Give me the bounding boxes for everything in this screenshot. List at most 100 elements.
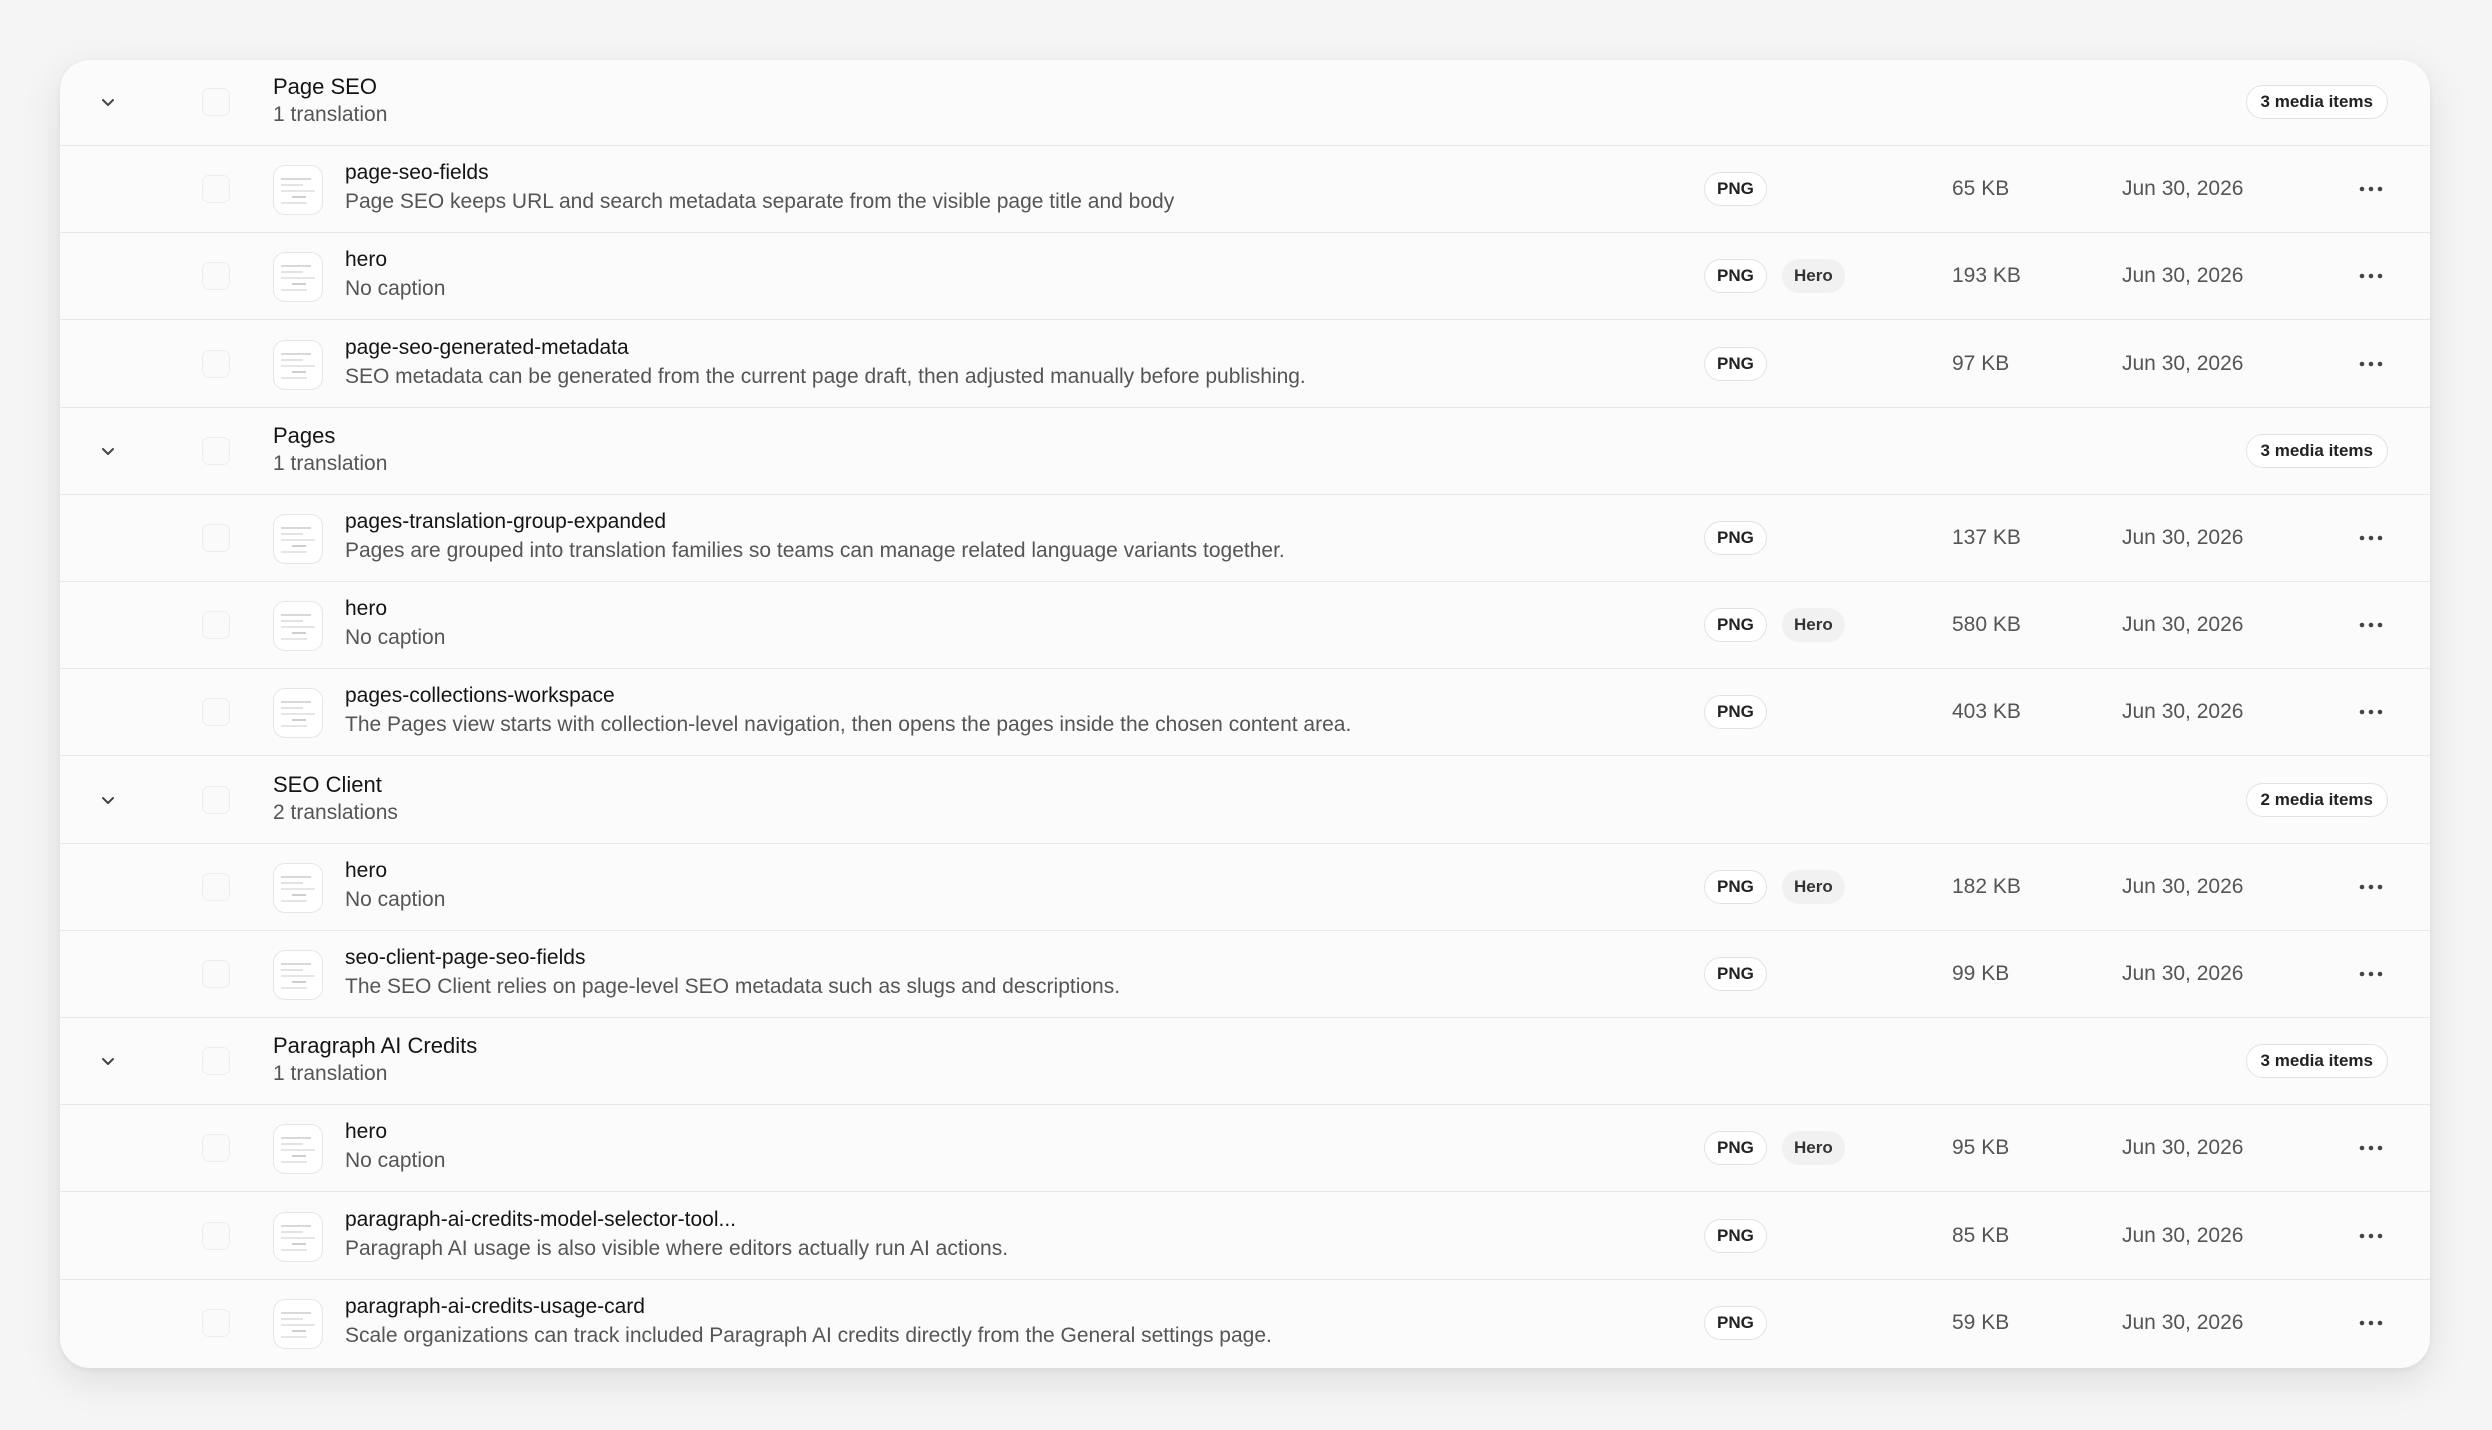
chevron-down-icon[interactable] (96, 439, 120, 463)
image-thumbnail-icon[interactable] (273, 862, 323, 913)
media-item-caption: Scale organizations can track included P… (345, 1323, 1272, 1347)
translation-group-row[interactable]: Pages 1 translation 3 media items (60, 409, 2430, 495)
item-select-checkbox[interactable] (202, 872, 230, 901)
file-size: 97 KB (1952, 351, 2010, 375)
item-select-checkbox[interactable] (202, 1134, 230, 1163)
more-horizontal-icon[interactable] (2357, 526, 2385, 550)
item-select-checkbox[interactable] (202, 698, 230, 727)
media-item-caption: Paragraph AI usage is also visible where… (345, 1236, 1009, 1260)
media-item-row[interactable]: hero No caption PNG Hero 193 KB Jun 30, … (60, 234, 2430, 321)
media-item-caption: SEO metadata can be generated from the c… (345, 364, 1306, 388)
more-horizontal-icon[interactable] (2357, 1311, 2385, 1335)
format-badge: PNG (1704, 172, 1767, 207)
group-select-checkbox[interactable] (202, 88, 230, 116)
media-item-name[interactable]: paragraph-ai-credits-usage-card (345, 1295, 645, 1319)
more-horizontal-icon[interactable] (2357, 1224, 2385, 1248)
media-item-caption: Pages are grouped into translation famil… (345, 539, 1285, 562)
more-horizontal-icon[interactable] (2357, 264, 2385, 288)
media-item-name[interactable]: hero (345, 859, 387, 883)
format-badge: PNG (1704, 346, 1767, 381)
more-horizontal-icon[interactable] (2357, 875, 2385, 899)
chevron-down-icon[interactable] (96, 788, 120, 812)
media-item-row[interactable]: hero No caption PNG Hero 95 KB Jun 30, 2… (60, 1106, 2430, 1193)
media-item-name[interactable]: hero (345, 1120, 387, 1144)
item-select-checkbox[interactable] (202, 960, 230, 988)
group-select-checkbox[interactable] (202, 436, 230, 465)
hero-badge: Hero (1782, 869, 1845, 904)
hero-badge: Hero (1782, 608, 1845, 643)
media-library-panel: Page SEO 1 translation 3 media items pag… (60, 60, 2430, 1368)
item-select-checkbox[interactable] (202, 1221, 230, 1250)
file-size: 65 KB (1952, 177, 2010, 201)
image-thumbnail-icon[interactable] (273, 339, 323, 390)
group-select-checkbox[interactable] (202, 1047, 230, 1076)
media-item-name[interactable]: pages-translation-group-expanded (345, 510, 666, 534)
format-badge: PNG (1704, 608, 1767, 643)
file-size: 59 KB (1952, 1310, 2010, 1334)
translation-group-row[interactable]: SEO Client 2 translations 2 media items (60, 758, 2430, 844)
media-count-badge: 3 media items (2245, 1044, 2388, 1079)
media-item-row[interactable]: page-seo-generated-metadata SEO metadata… (60, 322, 2430, 408)
group-title: Paragraph AI Credits (273, 1033, 478, 1059)
translation-group-row[interactable]: Page SEO 1 translation 3 media items (60, 60, 2430, 146)
item-select-checkbox[interactable] (202, 175, 230, 204)
format-badge: PNG (1704, 695, 1767, 730)
media-item-name[interactable]: page-seo-fields (345, 161, 489, 185)
media-item-name[interactable]: hero (345, 597, 387, 621)
media-item-name[interactable]: pages-collections-workspace (345, 684, 615, 708)
upload-date: Jun 30, 2026 (2122, 613, 2244, 637)
image-thumbnail-icon[interactable] (273, 950, 323, 1000)
group-translation-count: 1 translation (273, 103, 388, 126)
image-thumbnail-icon[interactable] (273, 252, 323, 303)
image-thumbnail-icon[interactable] (273, 165, 323, 216)
more-horizontal-icon[interactable] (2357, 613, 2385, 637)
media-item-row[interactable]: hero No caption PNG Hero 580 KB Jun 30, … (60, 583, 2430, 670)
upload-date: Jun 30, 2026 (2122, 874, 2244, 898)
image-thumbnail-icon[interactable] (273, 1298, 323, 1349)
file-size: 99 KB (1952, 962, 2010, 985)
more-horizontal-icon[interactable] (2357, 177, 2385, 201)
format-badge: PNG (1704, 869, 1767, 904)
media-item-row[interactable]: pages-collections-workspace The Pages vi… (60, 670, 2430, 757)
media-item-name[interactable]: hero (345, 248, 387, 272)
group-select-checkbox[interactable] (202, 785, 230, 814)
media-item-row[interactable]: hero No caption PNG Hero 182 KB Jun 30, … (60, 845, 2430, 931)
more-horizontal-icon[interactable] (2357, 352, 2385, 376)
chevron-down-icon[interactable] (96, 90, 120, 114)
image-thumbnail-icon[interactable] (273, 601, 323, 652)
format-badge: PNG (1704, 521, 1767, 555)
group-title: Pages (273, 422, 336, 448)
media-item-row[interactable]: paragraph-ai-credits-usage-card Scale or… (60, 1281, 2430, 1367)
format-badge: PNG (1704, 259, 1767, 294)
hero-badge: Hero (1782, 1131, 1845, 1166)
item-select-checkbox[interactable] (202, 349, 230, 378)
media-item-name[interactable]: page-seo-generated-metadata (345, 336, 629, 360)
file-size: 85 KB (1952, 1223, 2010, 1247)
media-item-row[interactable]: seo-client-page-seo-fields The SEO Clien… (60, 932, 2430, 1018)
media-item-name[interactable]: seo-client-page-seo-fields (345, 946, 585, 970)
item-select-checkbox[interactable] (202, 262, 230, 291)
image-thumbnail-icon[interactable] (273, 514, 323, 564)
format-badge: PNG (1704, 1218, 1767, 1253)
chevron-down-icon[interactable] (96, 1049, 120, 1073)
media-item-row[interactable]: paragraph-ai-credits-model-selector-tool… (60, 1194, 2430, 1280)
image-thumbnail-icon[interactable] (273, 688, 323, 739)
translation-group-row[interactable]: Paragraph AI Credits 1 translation 3 med… (60, 1019, 2430, 1106)
item-select-checkbox[interactable] (202, 1308, 230, 1337)
file-size: 95 KB (1952, 1136, 2010, 1160)
media-item-caption: The SEO Client relies on page-level SEO … (345, 975, 1121, 998)
item-select-checkbox[interactable] (202, 524, 230, 552)
more-horizontal-icon[interactable] (2357, 700, 2385, 724)
image-thumbnail-icon[interactable] (273, 1124, 323, 1175)
upload-date: Jun 30, 2026 (2122, 264, 2244, 288)
more-horizontal-icon[interactable] (2357, 1136, 2385, 1160)
media-item-name[interactable]: paragraph-ai-credits-model-selector-tool… (345, 1208, 736, 1232)
media-item-row[interactable]: page-seo-fields Page SEO keeps URL and s… (60, 147, 2430, 234)
upload-date: Jun 30, 2026 (2122, 177, 2244, 201)
media-item-caption: No caption (345, 887, 446, 911)
media-item-caption: No caption (345, 1149, 446, 1173)
media-item-row[interactable]: pages-translation-group-expanded Pages a… (60, 496, 2430, 582)
more-horizontal-icon[interactable] (2357, 962, 2385, 986)
image-thumbnail-icon[interactable] (273, 1211, 323, 1262)
item-select-checkbox[interactable] (202, 611, 230, 640)
